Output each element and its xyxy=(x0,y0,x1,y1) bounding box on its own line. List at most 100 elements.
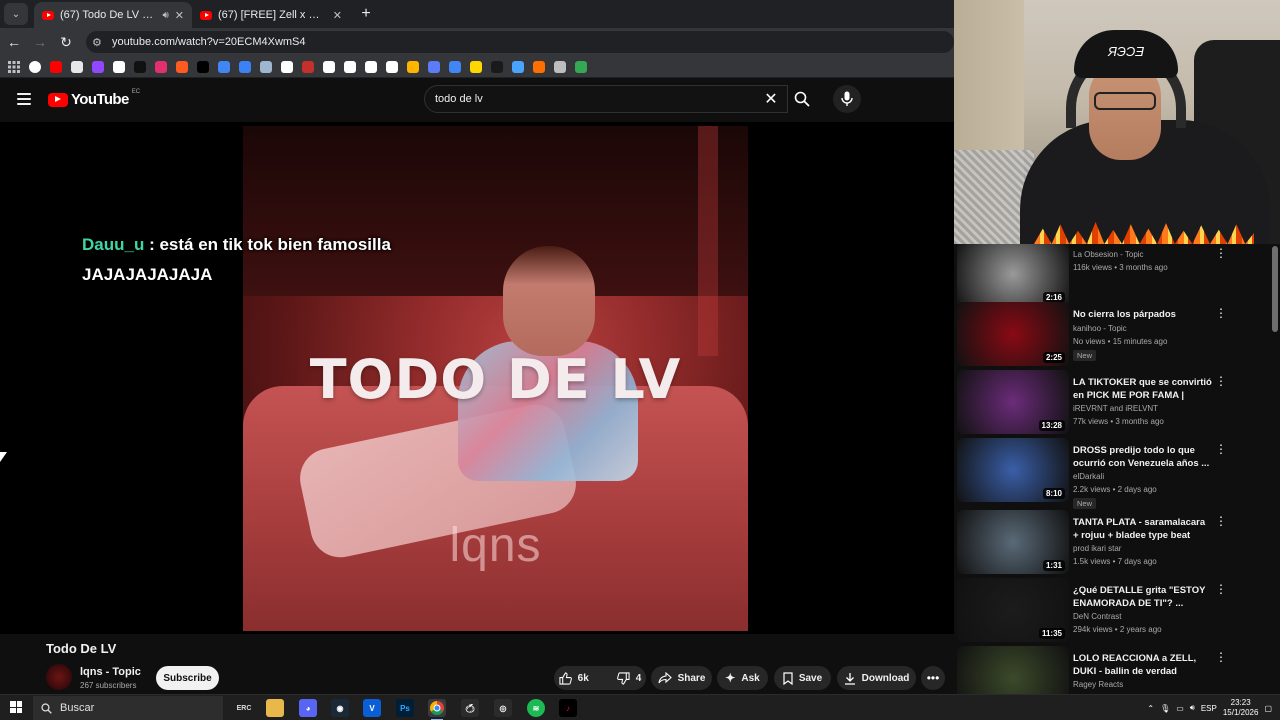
video-menu-icon[interactable]: ⋮ xyxy=(1215,375,1227,387)
close-tab-icon[interactable]: ✕ xyxy=(333,9,342,22)
voice-search-button[interactable] xyxy=(833,85,861,113)
notifications-icon[interactable]: ▢ xyxy=(1264,704,1272,713)
steam-icon[interactable]: ◉ xyxy=(331,699,349,717)
tray-language[interactable]: ESP xyxy=(1201,704,1217,713)
bookmark-favicon-icon[interactable] xyxy=(573,59,589,75)
reload-button[interactable]: ↻ xyxy=(54,30,78,54)
video-thumbnail[interactable]: 8:10 xyxy=(957,438,1069,502)
page-scrollbar[interactable] xyxy=(1272,246,1278,332)
ask-button[interactable]: ✦ Ask xyxy=(717,666,768,690)
video-channel[interactable]: kanihoo - Topic xyxy=(1073,322,1127,335)
video-thumbnail[interactable]: 13:28 xyxy=(957,370,1069,434)
bookmark-favicon-icon[interactable] xyxy=(342,59,358,75)
taskbar-search[interactable]: Buscar xyxy=(33,696,223,720)
tray-mic-icon[interactable]: 🎙︎ xyxy=(1160,704,1170,713)
recommended-video[interactable]: 8:10 DROSS predijo todo lo que ocurrió co… xyxy=(957,438,1277,509)
close-tab-icon[interactable]: ✕ xyxy=(175,9,184,22)
video-channel[interactable]: iREVRNT and iRELVNT xyxy=(1073,402,1158,415)
discord-icon[interactable]: ◕ xyxy=(299,699,317,717)
recommended-video[interactable]: LOLO REACCIONA a ZELL, DUKI - ballin de … xyxy=(957,646,1277,694)
video-title[interactable]: TANTA PLATA - saramalacara + rojuu + bla… xyxy=(1073,516,1213,542)
video-menu-icon[interactable]: ⋮ xyxy=(1215,247,1227,259)
bookmark-favicon-icon[interactable] xyxy=(258,59,274,75)
fl-studio-icon[interactable]: 🍊︎ xyxy=(461,699,479,717)
save-button[interactable]: Save xyxy=(774,666,831,690)
tray-network-icon[interactable]: ▭ xyxy=(1176,704,1184,713)
video-channel[interactable]: La Obsesion - Topic xyxy=(1073,248,1144,261)
obs-icon[interactable]: ◎ xyxy=(494,699,512,717)
site-info-icon[interactable]: ⚙ xyxy=(92,36,106,49)
album-cover-video[interactable]: TODO DE LV lqns xyxy=(243,126,748,631)
recommended-video[interactable]: 2:25 No cierra los párpados kanihoo - Topi… xyxy=(957,302,1277,366)
bookmark-favicon-icon[interactable] xyxy=(195,59,211,75)
video-menu-icon[interactable]: ⋮ xyxy=(1215,515,1227,527)
recommended-video[interactable]: 2:16 La Obsesion - Topic 116k views • 3 mo… xyxy=(957,244,1277,306)
video-title[interactable]: ¿Qué DETALLE grita "ESTOY ENAMORADA DE T… xyxy=(1073,584,1213,610)
video-channel[interactable]: DeN Contrast xyxy=(1073,610,1121,623)
video-player[interactable]: TODO DE LV lqns Dauu_u : está en tik tok… xyxy=(0,122,954,634)
url-bar[interactable]: ⚙ youtube.com/watch?v=20ECM4XwmS4 xyxy=(86,31,954,53)
recommended-video[interactable]: 1:31 TANTA PLATA - saramalacara + rojuu +… xyxy=(957,510,1277,574)
video-channel[interactable]: elDarkali xyxy=(1073,470,1104,483)
video-thumbnail[interactable]: 11:35 xyxy=(957,578,1069,642)
file-explorer-icon[interactable] xyxy=(266,699,284,717)
vegas-icon[interactable]: V xyxy=(363,699,381,717)
apps-grid-icon[interactable] xyxy=(6,59,22,75)
bookmark-favicon-icon[interactable] xyxy=(132,59,148,75)
share-button[interactable]: Share xyxy=(651,666,712,690)
video-menu-icon[interactable]: ⋮ xyxy=(1215,583,1227,595)
photoshop-icon[interactable]: Ps xyxy=(396,699,414,717)
video-title[interactable]: LOLO REACCIONA a ZELL, DUKI - ballin de … xyxy=(1073,652,1213,678)
task-view-icon[interactable]: ERC xyxy=(235,699,253,717)
tray-chevron-icon[interactable]: ⌃ xyxy=(1147,704,1154,713)
video-title[interactable]: DROSS predijo todo lo que ocurrió con Ve… xyxy=(1073,444,1213,470)
like-button[interactable]: 6k xyxy=(551,671,597,685)
channel-avatar[interactable] xyxy=(46,664,72,690)
bookmark-favicon-icon[interactable] xyxy=(552,59,568,75)
video-menu-icon[interactable]: ⋮ xyxy=(1215,307,1227,319)
windows-start-icon[interactable] xyxy=(10,701,22,713)
bookmark-favicon-icon[interactable] xyxy=(48,59,64,75)
youtube-logo[interactable]: YouTube EC xyxy=(48,89,140,108)
forward-button[interactable]: → xyxy=(28,30,52,54)
bookmark-favicon-icon[interactable] xyxy=(384,59,400,75)
new-tab-button[interactable]: + xyxy=(354,2,378,26)
search-box[interactable]: ✕ xyxy=(424,85,788,113)
video-thumbnail[interactable] xyxy=(957,646,1069,694)
bookmark-favicon-icon[interactable] xyxy=(489,59,505,75)
video-thumbnail[interactable]: 2:16 xyxy=(957,244,1069,306)
bookmark-favicon-icon[interactable] xyxy=(27,59,43,75)
video-channel[interactable]: Ragey Reacts xyxy=(1073,678,1123,691)
bookmark-favicon-icon[interactable] xyxy=(321,59,337,75)
bookmark-favicon-icon[interactable] xyxy=(111,59,127,75)
video-menu-icon[interactable]: ⋮ xyxy=(1215,443,1227,455)
video-menu-icon[interactable]: ⋮ xyxy=(1215,651,1227,663)
search-input[interactable] xyxy=(435,93,761,105)
tab-youtube-zell[interactable]: (67) [FREE] Zell x Roju x Tarchi T ✕ xyxy=(192,2,350,28)
bookmark-favicon-icon[interactable] xyxy=(237,59,253,75)
tray-volume-icon[interactable]: 🔊︎ xyxy=(1190,703,1195,713)
search-button[interactable] xyxy=(786,85,818,113)
bookmark-favicon-icon[interactable] xyxy=(174,59,190,75)
bookmark-favicon-icon[interactable] xyxy=(363,59,379,75)
menu-icon[interactable] xyxy=(17,93,31,105)
subscribe-button[interactable]: Subscribe xyxy=(156,666,219,690)
chrome-icon[interactable] xyxy=(428,699,446,720)
bookmark-favicon-icon[interactable] xyxy=(216,59,232,75)
download-button[interactable]: Download xyxy=(837,666,916,690)
tiktok-icon[interactable]: ♪ xyxy=(559,699,577,717)
recommended-video[interactable]: 11:35 ¿Qué DETALLE grita "ESTOY ENAMORADA… xyxy=(957,578,1277,642)
video-thumbnail[interactable]: 1:31 xyxy=(957,510,1069,574)
spotify-icon[interactable]: ≋ xyxy=(527,699,545,717)
video-title[interactable]: No cierra los párpados xyxy=(1073,308,1213,321)
back-button[interactable]: ← xyxy=(2,30,26,54)
recommended-video[interactable]: 13:28 LA TIKTOKER que se convirtió en PIC… xyxy=(957,370,1277,434)
tab-search-button[interactable]: ⌄ xyxy=(4,3,28,25)
bookmark-favicon-icon[interactable] xyxy=(510,59,526,75)
bookmark-favicon-icon[interactable] xyxy=(153,59,169,75)
bookmark-favicon-icon[interactable] xyxy=(279,59,295,75)
channel-name[interactable]: lqns - Topic xyxy=(80,666,141,678)
bookmark-favicon-icon[interactable] xyxy=(90,59,106,75)
speaker-icon[interactable]: 🔊︎ xyxy=(162,10,168,21)
tab-youtube-todo-de-lv[interactable]: (67) Todo De LV - YouTube 🔊︎ ✕ xyxy=(34,2,192,28)
